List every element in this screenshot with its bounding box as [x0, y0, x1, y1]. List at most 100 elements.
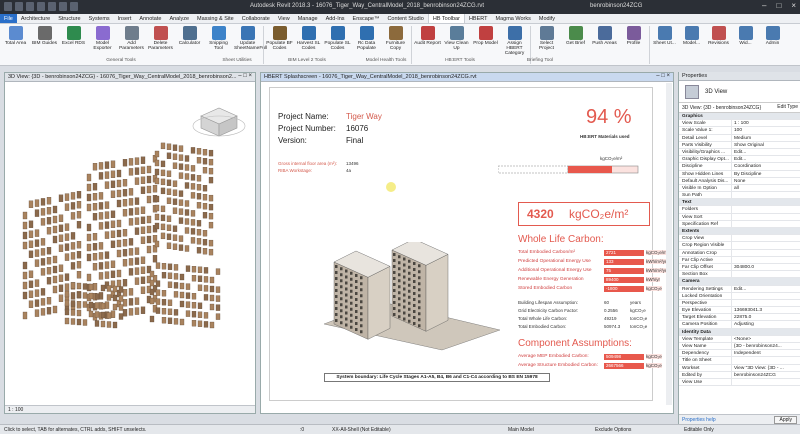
property-row[interactable]: View Template <None> [679, 335, 800, 343]
ribbon-button-delete-parameters[interactable]: Delete Parameters [147, 26, 174, 57]
3d-view-window[interactable]: 3D View: {3D - benrobinson24ZCG} - 16076… [4, 72, 256, 414]
property-value[interactable]: Edit... [731, 148, 800, 156]
tab-architecture[interactable]: Architecture [17, 14, 54, 23]
property-value[interactable]: 136693041.3 [731, 307, 800, 314]
ribbon-button-total-area[interactable]: Total Area [2, 26, 29, 57]
maximize-icon[interactable]: □ [776, 1, 781, 10]
ribbon-button-populate-bf-codes[interactable]: Populate BF Codes [266, 26, 293, 57]
tab-hbert[interactable]: HBERT [465, 14, 492, 23]
ribbon-button-update-sheetnamefull[interactable]: Update SheetNameFull [234, 26, 267, 57]
property-value[interactable] [731, 292, 800, 299]
tab-view[interactable]: View [274, 14, 294, 23]
property-row[interactable]: Default Analysis Dis... None [679, 177, 800, 185]
property-row[interactable]: Visible In Option all [679, 184, 800, 193]
property-row[interactable]: Edited by benrobinson24ZCG [679, 371, 800, 379]
property-value[interactable]: Edit... [731, 156, 800, 163]
ribbon-button-sheet-ut[interactable]: Sheet Ut... [652, 26, 677, 57]
property-row[interactable]: Title on Sheet [679, 357, 800, 365]
property-row[interactable]: Parts Visibility Show Original [679, 141, 800, 149]
ribbon-button-model-exporter[interactable]: Model Exporter [89, 26, 116, 57]
properties-section-header[interactable]: Extents [679, 228, 800, 236]
property-row[interactable]: Eye Elevation 136693041.3 [679, 307, 800, 315]
ribbon-button-select-project[interactable]: Select Project [533, 26, 560, 57]
type-selector[interactable]: 3D View [679, 81, 800, 103]
property-value[interactable]: Adjusting [731, 321, 800, 328]
hbert-splash-window[interactable]: HBERT Splashscreen - 16076_Tiger_Way_Cen… [260, 72, 674, 414]
edit-type-button[interactable]: Edit Type [777, 104, 798, 110]
property-value[interactable]: 304800.0 [731, 263, 800, 271]
property-row[interactable]: Discipline Coordination [679, 163, 800, 171]
property-row[interactable]: View Use [679, 378, 800, 387]
ribbon-button-prop-model[interactable]: Prop Model [472, 26, 499, 57]
ribbon-button-profile[interactable]: Profile [620, 26, 647, 57]
property-value[interactable] [731, 357, 800, 364]
property-row[interactable]: Section Box [679, 271, 800, 279]
view-window-controls[interactable]: – □ × [238, 73, 252, 79]
quick-access-toolbar[interactable] [4, 2, 78, 11]
properties-section-header[interactable]: Camera [679, 278, 800, 286]
property-value[interactable]: Show Original [731, 141, 800, 148]
properties-section-header[interactable]: Text [679, 199, 800, 207]
property-value[interactable]: Coordination [731, 163, 800, 170]
property-value[interactable] [731, 192, 800, 199]
property-row[interactable]: Far Clip Active [679, 256, 800, 264]
apply-button[interactable]: Apply [774, 416, 797, 424]
tab-massing-site[interactable]: Massing & Site [193, 14, 238, 23]
tab-enscape[interactable]: Enscape™ [349, 14, 384, 23]
property-row[interactable]: Specification Ref [679, 220, 800, 228]
tab-modify[interactable]: Modify [535, 14, 559, 23]
property-row[interactable]: Visibility/Graphics ... Edit... [679, 148, 800, 157]
3d-view-title[interactable]: 3D View: {3D - benrobinson24ZCG} - 16076… [5, 73, 255, 82]
property-value[interactable] [731, 271, 800, 278]
instance-selector[interactable]: 3D View: {3D - benrobinson24ZCG} Edit Typ… [679, 103, 800, 113]
property-row[interactable]: Crop Region Visible [679, 242, 800, 250]
property-row[interactable]: Detail Level Medium [679, 134, 800, 142]
tab-magma-works[interactable]: Magma Works [492, 14, 535, 23]
property-value[interactable]: 22875.0 [731, 314, 800, 321]
property-value[interactable]: None [731, 177, 800, 184]
ribbon-button-add-parameters[interactable]: Add Parameters [118, 26, 145, 57]
ribbon-button-harvest-sl-codes[interactable]: Harvest SL Codes [295, 26, 322, 57]
property-value[interactable] [731, 235, 800, 242]
view-window-controls[interactable]: – □ × [656, 73, 670, 79]
property-row[interactable]: Perspective [679, 299, 800, 308]
tab-file[interactable]: File [0, 14, 17, 23]
property-row[interactable]: Far Clip Offset 304800.0 [679, 263, 800, 272]
property-value[interactable]: {3D - benrobinson24... [731, 343, 800, 350]
ribbon-button-excel-rds[interactable]: Excel RDS [60, 26, 87, 57]
tab-manage[interactable]: Manage [294, 14, 322, 23]
tab-collaborate[interactable]: Collaborate [238, 14, 274, 23]
ribbon-button-audit-report[interactable]: Audit Report [414, 26, 441, 57]
property-row[interactable]: Show Hidden Lines By Discipline [679, 170, 800, 178]
property-row[interactable]: View Name {3D - benrobinson24... [679, 343, 800, 351]
hbert-view-title[interactable]: HBERT Splashscreen - 16076_Tiger_Way_Cen… [261, 73, 673, 82]
ribbon-button-snipping-tool[interactable]: Snipping Tool [205, 26, 232, 57]
properties-section-header[interactable]: Identity Data [679, 328, 800, 336]
property-value[interactable] [731, 299, 800, 307]
properties-panel[interactable]: Properties 3D View 3D View: {3D - benrob… [678, 72, 800, 424]
property-value[interactable]: View "3D View: {3D - ... [731, 364, 800, 371]
view-cube[interactable] [192, 107, 246, 137]
tab-add-ins[interactable]: Add-Ins [322, 14, 349, 23]
property-row[interactable]: Folders [679, 206, 800, 214]
property-value[interactable]: <None> [731, 335, 800, 342]
editable-only-toggle[interactable]: Editable Only [684, 427, 714, 433]
property-value[interactable] [731, 242, 800, 249]
tab-structure[interactable]: Structure [54, 14, 84, 23]
ribbon-button-view-clean-up[interactable]: View Clean Up [443, 26, 470, 57]
design-option-dropdown[interactable]: Main Model [508, 427, 534, 433]
property-value[interactable]: benrobinson24ZCG [731, 371, 800, 378]
property-row[interactable]: View Scale 1 : 100 [679, 120, 800, 128]
window-controls[interactable]: – □ × [762, 1, 796, 10]
minimize-icon[interactable]: – [762, 1, 766, 10]
property-row[interactable]: Scale Value 1: 100 [679, 127, 800, 135]
property-value[interactable]: Medium [731, 134, 800, 141]
ribbon-button-push-areas[interactable]: Push Areas [591, 26, 618, 57]
property-row[interactable]: Rendering Settings Edit... [679, 285, 800, 293]
property-row[interactable]: Graphic Display Opt... Edit... [679, 156, 800, 164]
tab-hb-toolbar[interactable]: HB Toolbar [427, 14, 465, 23]
ribbon-button-wid[interactable]: Wid... [733, 26, 758, 57]
property-row[interactable]: Crop View [679, 235, 800, 243]
property-value[interactable]: 100 [731, 127, 800, 134]
property-value[interactable] [731, 206, 800, 213]
